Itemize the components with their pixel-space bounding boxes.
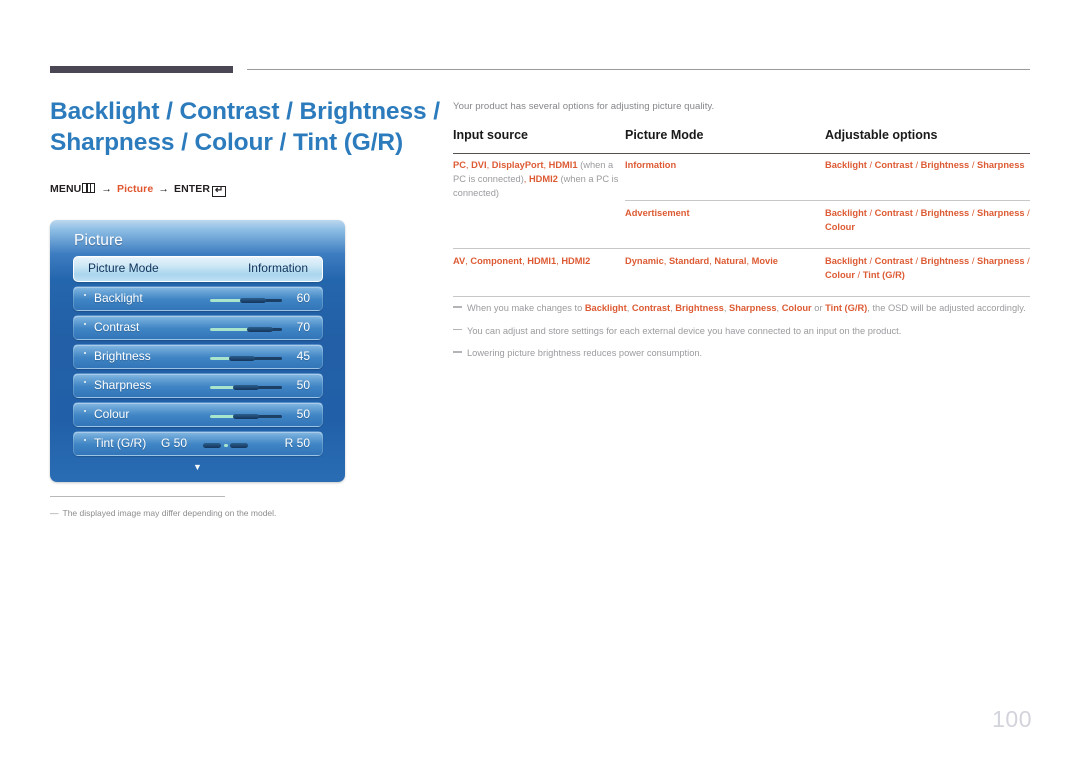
breadcrumb-picture-label: Picture — [117, 183, 154, 195]
osd-footnote: ― The displayed image may differ dependin… — [50, 507, 380, 519]
chevron-down-icon[interactable]: ▼ — [50, 463, 345, 472]
tint-center-marker — [223, 444, 228, 447]
table-header-row: Input source Picture Mode Adjustable opt… — [453, 128, 1030, 151]
table-row: Advertisement Backlight / Contrast / Brig… — [453, 206, 1030, 254]
osd-row-colour[interactable]: Colour 50 — [73, 402, 323, 427]
table-header-picture-mode: Picture Mode — [625, 128, 704, 142]
tint-green-value: G 50 — [161, 436, 188, 450]
table-cell-picture-mode: Dynamic, Standard, Natural, Movie — [625, 256, 778, 266]
header-rule-thin — [247, 69, 1030, 70]
bullet-dot-icon — [84, 323, 86, 325]
osd-row-value: Information — [247, 261, 308, 275]
osd-row-label: Tint (G/R) — [94, 436, 147, 450]
osd-row-label: Sharpness — [94, 378, 152, 392]
osd-footnote-rule — [50, 496, 225, 497]
slider-knob[interactable] — [233, 385, 259, 390]
slider-knob[interactable] — [229, 356, 256, 361]
osd-row-label: Backlight — [94, 291, 143, 305]
osd-picture-menu: Picture Picture Mode Information Backlight… — [50, 220, 345, 482]
bullet-dot-icon — [84, 381, 86, 383]
osd-row-tint-g-r[interactable]: Tint (G/R) G 50 R 50 — [73, 431, 323, 456]
intro-text: Your product has several options for adj… — [453, 101, 715, 112]
osd-row-label: Brightness — [94, 349, 151, 363]
table-row-divider — [625, 200, 1030, 201]
breadcrumb: MENU → Picture → ENTER ↵ — [50, 183, 227, 197]
bullet-dot-icon — [84, 294, 86, 296]
osd-row-contrast[interactable]: Contrast 70 — [73, 315, 323, 340]
osd-row-value: 45 — [296, 349, 310, 363]
breadcrumb-enter-label: ENTER — [173, 183, 211, 195]
note-dash-icon — [453, 328, 462, 331]
osd-row-value: 70 — [296, 320, 310, 334]
breadcrumb-menu-label: MENU — [50, 183, 82, 195]
bullet-dot-icon — [84, 439, 86, 441]
osd-row-brightness[interactable]: Brightness 45 — [73, 344, 323, 369]
breadcrumb-arrow-1: → — [101, 183, 112, 195]
osd-slider[interactable] — [210, 356, 282, 361]
tint-segment-right — [230, 443, 248, 448]
table-header-input-source: Input source — [453, 128, 529, 142]
osd-slider[interactable] — [210, 298, 282, 303]
note-item: When you make changes to Backlight, Cont… — [453, 302, 1030, 316]
osd-row-value: 50 — [296, 407, 310, 421]
options-table: Input source Picture Mode Adjustable opt… — [453, 128, 1030, 297]
note-item: Lowering picture brightness reduces powe… — [453, 347, 1030, 361]
osd-title: Picture — [74, 232, 123, 249]
table-cell-input-source: AV, Component, HDMI1, HDMI2 — [453, 256, 591, 266]
osd-row-value: 60 — [296, 291, 310, 305]
page-title: Backlight / Contrast / Brightness / Shar… — [50, 98, 440, 156]
page-number: 100 — [992, 706, 1032, 732]
table-header-divider — [453, 153, 1030, 155]
osd-row-label: Picture Mode — [88, 261, 159, 275]
header-rule-thick — [50, 66, 233, 73]
slider-knob[interactable] — [247, 327, 274, 332]
osd-row-picture-mode[interactable]: Picture Mode Information — [73, 256, 323, 282]
bullet-dot-icon — [84, 410, 86, 412]
table-row-divider — [453, 248, 1030, 249]
note-text: When you make changes to Backlight, Cont… — [467, 303, 1026, 313]
table-row: PC, DVI, DisplayPort, HDMI1 (when a PC i… — [453, 158, 1030, 206]
osd-row-label: Colour — [94, 407, 130, 421]
osd-slider[interactable] — [210, 414, 282, 419]
table-cell-adjustable-options: Backlight / Contrast / Brightness / Shar… — [825, 160, 1025, 170]
osd-slider[interactable] — [210, 327, 282, 332]
osd-row-backlight[interactable]: Backlight 60 — [73, 286, 323, 311]
table-bottom-divider — [453, 296, 1030, 297]
osd-row-sharpness[interactable]: Sharpness 50 — [73, 373, 323, 398]
osd-slider[interactable] — [210, 385, 282, 390]
footnote-dash-icon: ― — [50, 508, 59, 518]
table-header-adjustable-options: Adjustable options — [825, 128, 938, 142]
osd-footnote-text: The displayed image may differ depending… — [62, 508, 277, 518]
slider-knob[interactable] — [240, 298, 267, 303]
tint-segment-left — [203, 443, 221, 448]
note-text: Lowering picture brightness reduces powe… — [467, 348, 703, 358]
slider-knob[interactable] — [233, 414, 259, 419]
tint-balance-control[interactable] — [203, 443, 248, 448]
note-item: You can adjust and store settings for ea… — [453, 325, 1030, 339]
enter-arrow-glyph: ↵ — [214, 184, 224, 196]
note-dash-icon — [453, 351, 462, 353]
osd-row-value: 50 — [296, 378, 310, 392]
manual-page: Backlight / Contrast / Brightness / Shar… — [0, 0, 1080, 763]
note-text: You can adjust and store settings for ea… — [467, 325, 902, 336]
osd-row-value: R 50 — [284, 436, 310, 450]
table-cell-input-source: PC, DVI, DisplayPort, HDMI1 (when a PC i… — [453, 160, 619, 198]
breadcrumb-arrow-2: → — [158, 183, 169, 195]
menu-bars-icon — [82, 183, 96, 193]
note-dash-icon — [453, 306, 462, 308]
bullet-dot-icon — [84, 352, 86, 354]
table-cell-adjustable-options: Backlight / Contrast / Brightness / Shar… — [825, 256, 1030, 280]
enter-key-icon: ↵ — [212, 184, 227, 197]
table-cell-picture-mode: Information — [625, 160, 677, 170]
table-row: AV, Component, HDMI1, HDMI2 Dynamic, Stan… — [453, 254, 1030, 300]
osd-row-label: Contrast — [94, 320, 140, 334]
table-cell-picture-mode: Advertisement — [625, 208, 690, 218]
table-cell-adjustable-options: Backlight / Contrast / Brightness / Shar… — [825, 208, 1030, 232]
notes-list: When you make changes to Backlight, Cont… — [453, 302, 1030, 370]
osd-menu-list: Picture Mode Information Backlight 60 Contra… — [73, 256, 323, 460]
